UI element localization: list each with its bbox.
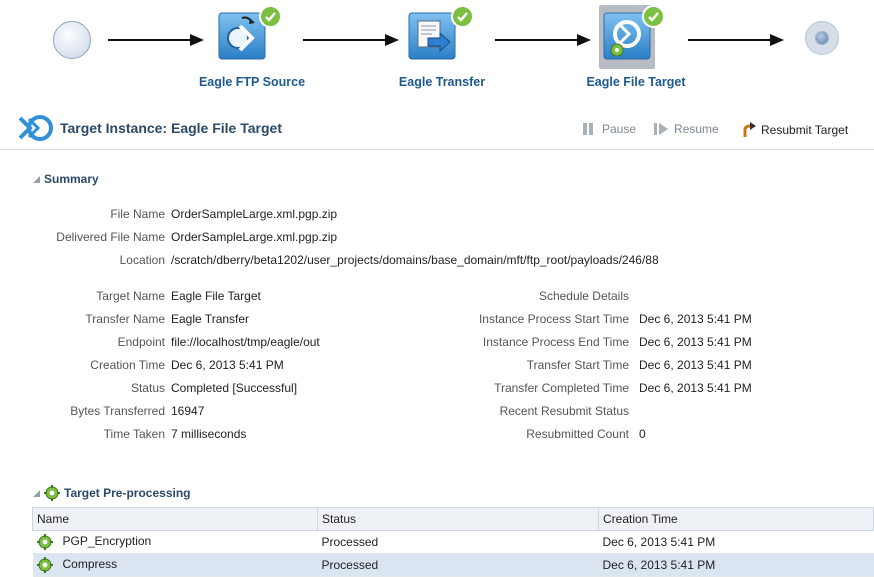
resume-label: Resume xyxy=(674,122,719,136)
page-title: Target Instance: Eagle File Target xyxy=(60,120,282,136)
row-name: Compress xyxy=(62,557,118,572)
flow-arrow xyxy=(688,32,784,48)
field-value: Completed [Successful] xyxy=(171,381,298,395)
flow-arrow xyxy=(495,32,591,48)
flow-arrow xyxy=(108,32,204,48)
field-value: Dec 6, 2013 5:41 PM xyxy=(639,312,752,326)
field-label: File Name xyxy=(110,207,165,221)
column-header-creation-time[interactable]: Creation Time xyxy=(598,507,874,531)
end-node-icon xyxy=(805,21,839,55)
field-label: Delivered File Name xyxy=(56,230,165,244)
field-label: Creation Time xyxy=(90,358,165,372)
flow-node-label[interactable]: Eagle File Target xyxy=(566,75,706,89)
table-cell: PGP_Encryption xyxy=(32,530,318,554)
resubmit-target-label: Resubmit Target xyxy=(761,123,849,137)
row-creation-time: Dec 6, 2013 5:41 PM xyxy=(598,530,874,554)
field-label: Bytes Transferred xyxy=(70,404,165,418)
completed-check-icon xyxy=(642,5,665,28)
field-value: OrderSampleLarge.xml.pgp.zip xyxy=(171,207,338,221)
field-value: file://localhost/tmp/eagle/out xyxy=(171,335,320,349)
flow-arrow xyxy=(303,32,399,48)
resubmit-target-button[interactable]: Resubmit Target xyxy=(740,122,848,138)
header-divider xyxy=(0,149,874,150)
preprocessing-title: Target Pre-processing xyxy=(64,486,191,500)
row-creation-time: Dec 6, 2013 5:41 PM xyxy=(598,553,874,577)
column-header-status[interactable]: Status xyxy=(317,507,599,531)
completed-check-icon xyxy=(451,5,474,28)
flow-node-label[interactable]: Eagle FTP Source xyxy=(182,75,322,89)
resume-button[interactable]: Resume xyxy=(653,122,719,136)
field-label: Recent Resubmit Status xyxy=(499,404,629,418)
row-status: Processed xyxy=(317,553,599,577)
field-label: Transfer Name xyxy=(85,312,165,326)
field-value: Dec 6, 2013 5:41 PM xyxy=(639,381,752,395)
flow-node-transfer[interactable] xyxy=(408,12,456,64)
transfer-icon xyxy=(408,12,456,60)
field-label: Instance Process Start Time xyxy=(478,312,629,326)
field-value: Dec 6, 2013 5:41 PM xyxy=(639,358,752,372)
field-label: Schedule Details xyxy=(538,289,629,303)
row-status: Processed xyxy=(317,530,599,554)
field-label: Time Taken xyxy=(103,427,165,441)
field-label: Instance Process End Time xyxy=(482,335,629,349)
field-label: Resubmitted Count xyxy=(526,427,629,441)
summary-title: Summary xyxy=(44,172,99,186)
resume-icon xyxy=(654,123,668,135)
field-value: Eagle Transfer xyxy=(171,312,250,326)
collapse-triangle-icon xyxy=(33,175,40,183)
field-value: /scratch/dberry/beta1202/user_projects/d… xyxy=(171,253,659,267)
gear-icon xyxy=(36,534,53,550)
field-value: Dec 6, 2013 5:41 PM xyxy=(639,335,752,349)
field-label: Transfer Start Time xyxy=(526,358,629,372)
resubmit-icon xyxy=(743,122,756,137)
pause-label: Pause xyxy=(602,122,637,136)
field-value: 16947 xyxy=(171,404,205,418)
table-cell: Compress xyxy=(32,553,318,577)
flow-node-label[interactable]: Eagle Transfer xyxy=(372,75,512,89)
column-header-name[interactable]: Name xyxy=(32,507,318,531)
target-instance-icon xyxy=(16,115,58,145)
field-label: Location xyxy=(119,253,165,267)
table-row[interactable]: Compress Processed Dec 6, 2013 5:41 PM xyxy=(32,553,874,577)
preprocessing-table: Name Status Creation Time PGP_Encryption… xyxy=(32,507,874,577)
field-value: 7 milliseconds xyxy=(171,427,247,441)
field-value: Eagle File Target xyxy=(171,289,261,303)
field-value: Dec 6, 2013 5:41 PM xyxy=(171,358,284,372)
pause-button[interactable]: Pause xyxy=(581,122,636,136)
collapse-triangle-icon xyxy=(33,489,40,497)
table-row[interactable]: PGP_Encryption Processed Dec 6, 2013 5:4… xyxy=(32,530,874,554)
field-value: OrderSampleLarge.xml.pgp.zip xyxy=(171,230,338,244)
preprocessing-section-toggle[interactable]: Target Pre-processing xyxy=(33,485,190,501)
pause-icon xyxy=(583,123,593,135)
field-label: Status xyxy=(130,381,165,395)
completed-check-icon xyxy=(259,5,282,28)
gear-icon xyxy=(44,485,60,501)
field-label: Transfer Completed Time xyxy=(494,381,629,395)
field-label: Endpoint xyxy=(117,335,165,349)
gear-icon xyxy=(36,557,53,573)
field-label: Target Name xyxy=(96,289,165,303)
start-node-icon xyxy=(53,21,91,59)
field-value: 0 xyxy=(639,427,646,441)
summary-section-toggle[interactable]: Summary xyxy=(33,172,99,186)
row-name: PGP_Encryption xyxy=(62,534,152,549)
